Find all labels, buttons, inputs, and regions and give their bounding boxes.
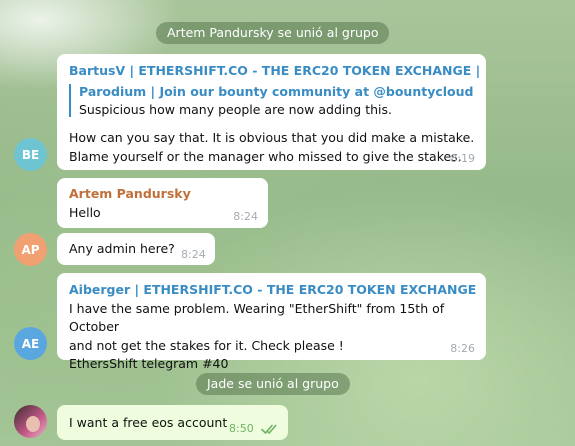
message-time: 8:19 — [450, 152, 475, 165]
message-time: 8:24 — [181, 248, 206, 261]
message-text: Any admin here? — [69, 241, 175, 256]
message-bubble[interactable]: Any admin here? 8:24 — [57, 233, 215, 265]
read-double-check-icon — [261, 424, 277, 434]
message-line: Blame yourself or the manager who missed… — [69, 149, 462, 164]
avatar[interactable]: AE — [14, 327, 47, 360]
reply-quote[interactable]: Parodium | Join our bounty community at … — [69, 84, 473, 117]
message-bubble[interactable]: BartusV | ETHERSHIFT.CO - THE ERC20 TOKE… — [57, 54, 486, 170]
message-text: I have the same problem. Wearing "EtherS… — [69, 300, 486, 373]
sender-name[interactable]: Aiberger | ETHERSHIFT.CO - THE ERC20 TOK… — [69, 282, 476, 297]
message-time: 8:50 — [229, 422, 254, 435]
message-line: EthersShift telegram #40 — [69, 355, 229, 371]
message-time: 8:26 — [450, 342, 475, 355]
sender-name[interactable]: BartusV | ETHERSHIFT.CO - THE ERC20 TOKE… — [69, 63, 480, 78]
avatar[interactable]: AP — [14, 233, 47, 266]
message-bubble[interactable]: I want a free eos account 8:50 — [57, 405, 288, 440]
avatar-face — [25, 415, 40, 432]
message-line: I have the same problem. Wearing "EtherS… — [69, 301, 445, 335]
avatar[interactable]: BE — [14, 138, 47, 171]
sender-name[interactable]: Artem Pandursky — [69, 186, 191, 201]
reply-quote-sender: Parodium | Join our bounty community at … — [79, 84, 474, 99]
message-line: How can you say that. It is obvious that… — [69, 130, 475, 145]
message-bubble[interactable]: Aiberger | ETHERSHIFT.CO - THE ERC20 TOK… — [57, 273, 486, 371]
message-text: I want a free eos account — [69, 415, 228, 430]
message-line: and not get the stakes for it. Check ple… — [69, 337, 344, 353]
service-message-joined: Jade se unió al grupo — [196, 373, 350, 395]
message-text: How can you say that. It is obvious that… — [69, 128, 474, 166]
message-bubble[interactable]: Artem Pandursky Hello 8:24 — [57, 178, 268, 228]
service-message-joined: Artem Pandursky se unió al grupo — [156, 22, 390, 44]
reply-quote-text: Suspicious how many people are now addin… — [79, 102, 392, 117]
message-time: 8:24 — [233, 210, 258, 223]
avatar-photo[interactable] — [14, 405, 47, 438]
message-text: Hello — [69, 205, 101, 220]
chat-history[interactable]: Artem Pandursky se unió al grupo BE Bart… — [0, 0, 575, 446]
